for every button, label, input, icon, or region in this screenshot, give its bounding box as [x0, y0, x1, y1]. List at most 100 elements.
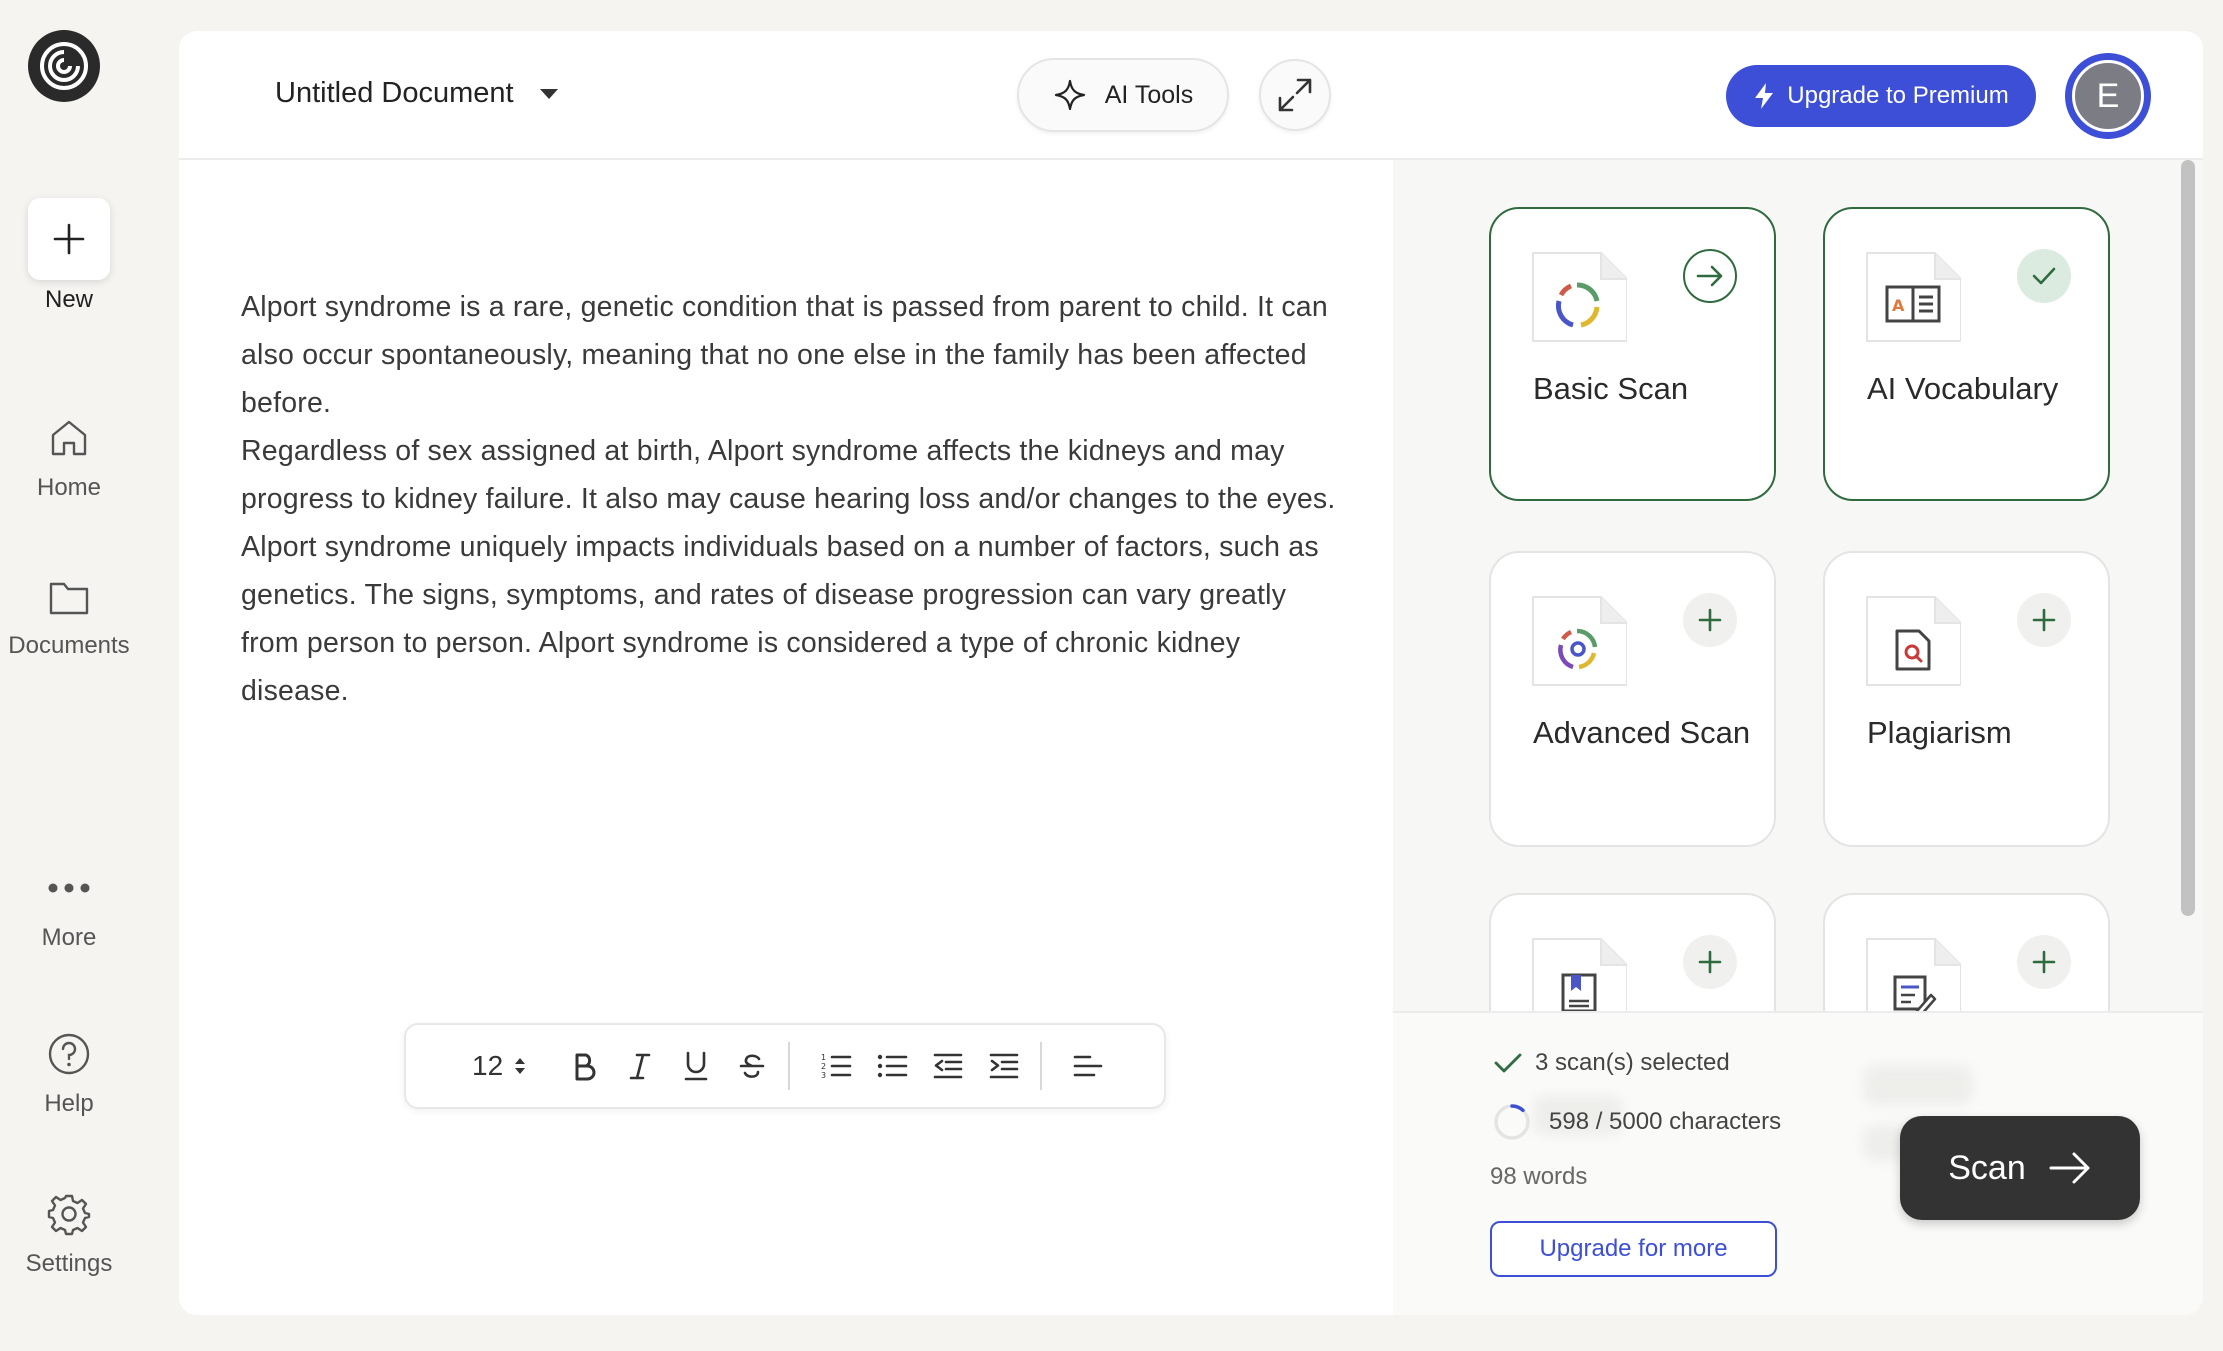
indent-button[interactable] [976, 1038, 1032, 1094]
font-size-value: 12 [472, 1050, 504, 1081]
upgrade-premium-label: Upgrade to Premium [1787, 82, 2009, 109]
upgrade-premium-button[interactable]: Upgrade to Premium [1726, 65, 2036, 127]
scan-card-advanced-scan[interactable]: Advanced Scan [1489, 551, 1776, 847]
card-title: Basic Scan [1533, 371, 1689, 406]
scans-selected-status: 3 scan(s) selected [1493, 1049, 1730, 1077]
toolbar-divider [1040, 1042, 1042, 1090]
blurred-placeholder [1863, 1065, 1973, 1105]
toolbar-divider [788, 1042, 790, 1090]
scans-selected-text: 3 scan(s) selected [1535, 1049, 1730, 1076]
strikethrough-icon [739, 1054, 765, 1078]
sidebar: New Home Documents More Help Settings [0, 0, 138, 1351]
svg-text:A: A [1892, 296, 1905, 315]
formatting-toolbar: 12 123 [404, 1023, 1166, 1109]
expand-button[interactable] [1259, 59, 1331, 131]
panel-scrollbar[interactable] [2179, 160, 2195, 1045]
document-icon [1531, 249, 1628, 345]
expand-icon [1278, 78, 1312, 112]
sidebar-item-label: Documents [8, 632, 130, 659]
bullet-list-icon [877, 1054, 908, 1078]
stepper-arrows-icon [515, 1058, 526, 1074]
svg-text:3: 3 [821, 1071, 826, 1080]
svg-text:1: 1 [821, 1053, 826, 1062]
font-size-stepper[interactable]: 12 [472, 1050, 546, 1082]
panel-header: Upgrade to Premium E [1393, 31, 2203, 160]
sidebar-item-documents[interactable]: Documents [0, 578, 138, 660]
scan-button[interactable]: Scan [1900, 1116, 2140, 1220]
document-paragraph: Alport syndrome is a rare, genetic condi… [241, 291, 1328, 419]
sidebar-item-more[interactable]: More [0, 880, 138, 952]
indent-icon [989, 1053, 1019, 1079]
document-title-dropdown[interactable]: Untitled Document [275, 77, 558, 110]
ai-tools-label: AI Tools [1104, 80, 1194, 109]
ordered-list-icon: 123 [821, 1053, 852, 1080]
character-count-status: 598 / 5000 characters [1493, 1103, 1781, 1141]
italic-button[interactable] [612, 1038, 668, 1094]
editor-header: Untitled Document AI Tools [179, 31, 1393, 160]
strikethrough-button[interactable] [724, 1038, 780, 1094]
bold-button[interactable] [556, 1038, 612, 1094]
document-body[interactable]: Alport syndrome is a rare, genetic condi… [241, 283, 1341, 715]
outdent-icon [933, 1053, 963, 1079]
avatar-initial: E [2072, 60, 2144, 132]
scan-card-basic-scan[interactable]: Basic Scan [1489, 207, 1776, 501]
align-left-icon [1073, 1055, 1103, 1077]
card-title: AI Vocabulary [1867, 371, 2059, 406]
avatar[interactable]: E [2065, 53, 2151, 139]
document-title: Untitled Document [275, 77, 514, 109]
plus-icon[interactable] [2017, 593, 2071, 647]
upgrade-for-more-button[interactable]: Upgrade for more [1490, 1221, 1777, 1277]
scan-summary-footer: 3 scan(s) selected 598 / 5000 characters… [1393, 1011, 2203, 1315]
document-paragraph: Alport syndrome uniquely impacts individ… [241, 531, 1319, 707]
sidebar-item-label: Home [36, 474, 102, 501]
scan-card-plagiarism[interactable]: Plagiarism [1823, 551, 2110, 847]
app-logo[interactable] [28, 30, 100, 102]
outdent-button[interactable] [920, 1038, 976, 1094]
underline-button[interactable] [668, 1038, 724, 1094]
ordered-list-button[interactable]: 123 [808, 1038, 864, 1094]
italic-icon [629, 1053, 651, 1080]
scan-button-label: Scan [1948, 1148, 2026, 1187]
sidebar-item-label: More [41, 924, 97, 951]
arrow-right-icon [2049, 1152, 2090, 1184]
home-icon [51, 420, 87, 456]
progress-ring-icon [1494, 1104, 1530, 1140]
checkmark-icon[interactable] [2017, 249, 2071, 303]
checkmark-icon [1494, 1053, 1522, 1073]
plus-icon[interactable] [2017, 935, 2071, 989]
new-label: New [44, 286, 93, 313]
scan-panel: Upgrade to Premium E Basic Scan A AI Voc… [1393, 31, 2203, 1315]
document-icon: A [1865, 249, 1962, 345]
character-count-text: 598 / 5000 characters [1549, 1108, 1782, 1135]
sidebar-item-label: Settings [25, 1250, 113, 1277]
chevron-down-icon [539, 88, 558, 99]
card-title: Advanced Scan [1533, 715, 1751, 750]
document-icon [1531, 593, 1628, 689]
new-button[interactable] [28, 198, 110, 280]
sidebar-item-help[interactable]: Help [0, 1032, 138, 1118]
scan-card-ai-vocabulary[interactable]: A AI Vocabulary [1823, 207, 2110, 501]
sidebar-item-home[interactable]: Home [0, 416, 138, 502]
plus-icon[interactable] [1683, 593, 1737, 647]
editor-card: Untitled Document AI Tools Alport syndro… [179, 31, 1393, 1315]
plus-icon [53, 223, 85, 255]
card-title: Plagiarism [1867, 715, 2012, 750]
more-icon [48, 883, 90, 893]
folder-icon [49, 582, 89, 615]
plus-icon[interactable] [1683, 935, 1737, 989]
sparkle-icon [1054, 79, 1085, 111]
document-paragraph: Regardless of sex assigned at birth, Alp… [241, 435, 1336, 515]
sidebar-item-settings[interactable]: Settings [0, 1192, 138, 1278]
bold-icon [575, 1053, 596, 1081]
underline-icon [684, 1051, 708, 1081]
align-button[interactable] [1060, 1038, 1116, 1094]
scrollbar-thumb[interactable] [2181, 160, 2195, 916]
gear-icon [47, 1194, 91, 1236]
bullet-list-button[interactable] [864, 1038, 920, 1094]
lightning-icon [1755, 83, 1774, 109]
logo-icon [40, 42, 88, 90]
ai-tools-button[interactable]: AI Tools [1017, 58, 1229, 132]
document-icon [1865, 593, 1962, 689]
arrow-right-icon[interactable] [1683, 249, 1737, 303]
help-icon [48, 1033, 90, 1075]
